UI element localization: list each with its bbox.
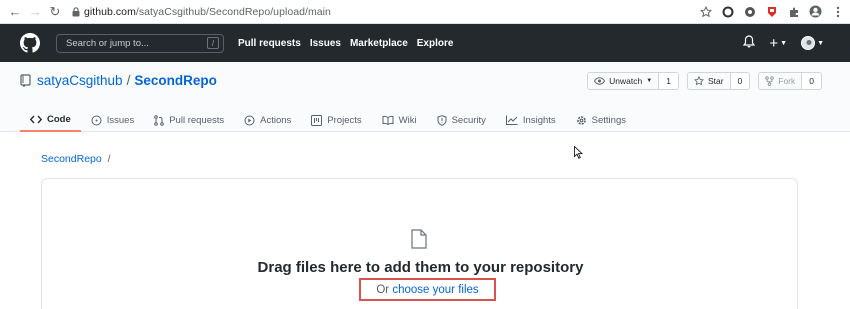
tab-label: Wiki <box>398 114 417 126</box>
tab-wiki[interactable]: Wiki <box>372 108 427 132</box>
repo-path-separator: / <box>126 73 131 88</box>
tab-issues[interactable]: Issues <box>81 108 144 132</box>
chevron-down-icon: ▼ <box>646 78 653 84</box>
star-icon[interactable] <box>699 5 712 18</box>
watch-count[interactable]: 1 <box>659 73 678 89</box>
extension-gear-icon[interactable] <box>743 5 756 18</box>
project-icon <box>311 114 323 126</box>
github-header: Search or jump to... / Pull requests Iss… <box>0 24 850 62</box>
github-logo-icon[interactable] <box>20 33 40 53</box>
breadcrumb: SecondRepo / <box>41 153 111 165</box>
tab-projects[interactable]: Projects <box>301 108 371 132</box>
gear-icon <box>576 115 587 126</box>
nav-explore[interactable]: Explore <box>417 38 454 49</box>
search-input[interactable]: Search or jump to... / <box>56 33 224 53</box>
repo-name-link[interactable]: SecondRepo <box>134 73 217 88</box>
repo-title: satyaCsgithub / SecondRepo <box>20 73 217 88</box>
repo-tabs: Code Issues Pull requests Actions Projec… <box>20 108 636 132</box>
tab-label: Actions <box>260 114 292 126</box>
avatar <box>801 36 816 50</box>
graph-icon <box>505 115 518 125</box>
tab-actions[interactable]: Actions <box>234 108 301 132</box>
star-count[interactable]: 0 <box>730 73 750 89</box>
breadcrumb-repo-link[interactable]: SecondRepo <box>41 153 102 165</box>
extension-shield-icon[interactable] <box>765 5 778 18</box>
create-new-dropdown[interactable]: + ▼ <box>769 35 787 52</box>
fork-button[interactable]: Fork <box>759 73 803 89</box>
tab-label: Code <box>47 113 71 125</box>
profile-avatar[interactable] <box>809 5 822 18</box>
code-icon <box>30 115 42 124</box>
star-label: Star <box>707 76 724 86</box>
star-icon <box>693 76 704 86</box>
chevron-down-icon: ▼ <box>817 39 824 47</box>
address-bar[interactable]: github.com/satyaCsgithub/SecondRepo/uplo… <box>84 6 331 18</box>
fork-count[interactable]: 0 <box>802 73 821 89</box>
tab-code[interactable]: Code <box>20 108 81 132</box>
extension-circle-icon[interactable] <box>721 5 734 18</box>
pull-request-icon <box>154 114 165 126</box>
play-icon <box>244 115 255 126</box>
unwatch-button-group: Unwatch ▼ 1 <box>587 72 679 90</box>
tab-label: Pull requests <box>169 114 225 126</box>
shield-icon <box>437 114 447 126</box>
fork-icon <box>765 76 775 86</box>
tab-settings[interactable]: Settings <box>566 108 636 132</box>
nav-issues[interactable]: Issues <box>310 38 341 49</box>
forward-icon[interactable]: → <box>26 3 44 21</box>
mouse-cursor-icon <box>574 145 584 162</box>
tab-label: Insights <box>522 114 556 126</box>
choose-files-text: Or choose your files <box>376 284 478 296</box>
nav-marketplace[interactable]: Marketplace <box>350 38 408 49</box>
user-menu-dropdown[interactable]: ▼ <box>801 36 824 50</box>
chevron-down-icon: ▼ <box>780 39 788 47</box>
file-icon <box>411 229 427 252</box>
reload-icon[interactable]: ↻ <box>46 3 64 21</box>
plus-icon: + <box>769 34 779 52</box>
breadcrumb-separator: / <box>107 153 111 165</box>
extension-puzzle-icon[interactable] <box>787 5 800 18</box>
dropzone-title: Drag files here to add them to your repo… <box>257 259 584 276</box>
choose-files-highlight: Or choose your files <box>359 278 496 301</box>
repository-header: satyaCsgithub / SecondRepo Unwatch ▼ 1 S… <box>0 62 850 132</box>
star-button-group: Star 0 <box>686 72 751 90</box>
slash-shortcut-hint: / <box>207 37 219 49</box>
tab-label: Projects <box>327 114 362 126</box>
choose-prefix: Or <box>376 283 390 296</box>
url-path: /satyaCsgithub/SecondRepo/upload/main <box>135 5 331 18</box>
repo-icon <box>20 74 31 87</box>
issue-icon <box>91 115 102 126</box>
lock-icon <box>72 6 80 17</box>
fork-label: Fork <box>778 76 796 86</box>
tab-label: Settings <box>591 114 626 126</box>
choose-files-link[interactable]: choose your files <box>392 284 478 296</box>
tab-label: Issues <box>106 114 135 126</box>
nav-pull-requests[interactable]: Pull requests <box>238 38 301 49</box>
menu-icon[interactable] <box>831 5 844 18</box>
tab-label: Security <box>451 114 486 126</box>
back-icon[interactable]: ← <box>6 3 24 21</box>
tab-pull-requests[interactable]: Pull requests <box>144 108 234 132</box>
repo-owner-link[interactable]: satyaCsgithub <box>37 73 123 88</box>
book-icon <box>382 115 394 125</box>
eye-icon <box>594 77 606 85</box>
notifications-bell-icon[interactable] <box>743 35 756 51</box>
star-button[interactable]: Star <box>687 73 731 89</box>
unwatch-button[interactable]: Unwatch ▼ <box>588 73 660 89</box>
url-host: github.com <box>84 5 136 18</box>
unwatch-label: Unwatch <box>609 76 643 86</box>
search-placeholder: Search or jump to... <box>66 37 149 49</box>
tab-security[interactable]: Security <box>427 108 496 132</box>
fork-button-group: Fork 0 <box>758 72 822 90</box>
upload-dropzone[interactable]: Drag files here to add them to your repo… <box>41 178 798 309</box>
browser-toolbar: ← → ↻ github.com/satyaCsgithub/SecondRep… <box>0 0 850 24</box>
tab-insights[interactable]: Insights <box>496 108 566 132</box>
